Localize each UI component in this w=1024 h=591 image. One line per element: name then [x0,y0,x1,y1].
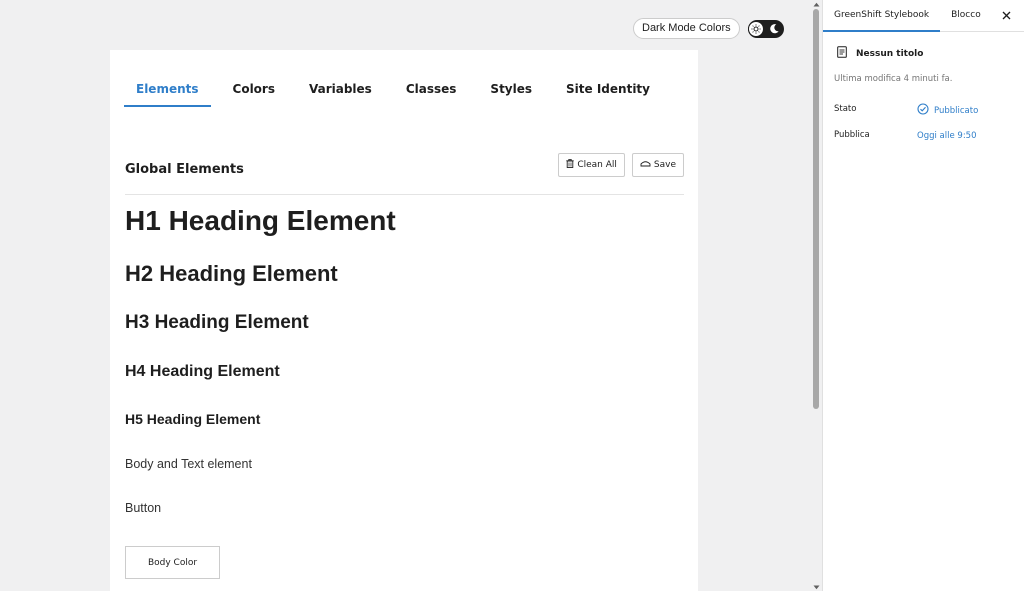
save-icon [640,160,651,171]
section-divider [125,194,684,195]
last-modified-text: Ultima modifica 4 minuti fa. [834,74,953,84]
tab-variables[interactable]: Variables [297,81,384,107]
publish-label: Pubblica [834,130,870,140]
body-text-element[interactable]: Body and Text element [125,457,252,471]
moon-icon [769,23,781,35]
tab-colors[interactable]: Colors [221,81,287,107]
tab-styles[interactable]: Styles [478,81,544,107]
h5-heading-element[interactable]: H5 Heading Element [125,411,260,427]
tab-blocco[interactable]: Blocco [940,0,992,32]
save-button[interactable]: Save [631,153,684,177]
theme-controls: Dark Mode Colors [633,18,784,39]
clean-all-button[interactable]: Clean All [558,153,625,177]
document-title: Nessun titolo [856,49,924,59]
publish-date-button[interactable]: Oggi alle 9:50 [917,131,977,141]
status-value: Pubblicato [934,105,979,116]
status-label: Stato [834,104,857,114]
h4-heading-element[interactable]: H4 Heading Element [125,363,280,381]
check-circle-icon [917,103,929,118]
scrollbar-thumb[interactable] [813,9,819,409]
clean-all-label: Clean All [577,160,617,170]
document-summary: Nessun titolo [837,45,923,63]
save-label: Save [653,160,676,170]
tab-classes[interactable]: Classes [394,81,469,107]
close-icon[interactable] [1000,9,1012,21]
document-icon [837,45,847,63]
scroll-up-arrow-icon[interactable] [812,0,820,8]
dark-mode-colors-button[interactable]: Dark Mode Colors [633,18,740,39]
tab-greenshift-stylebook[interactable]: GreenShift Stylebook [823,0,941,32]
tab-elements[interactable]: Elements [124,81,211,107]
status-value-button[interactable]: Pubblicato [917,103,978,118]
sun-icon [747,20,764,37]
stylebook-tabs: Elements Colors Variables Classes Styles… [124,81,672,107]
theme-toggle[interactable] [747,19,784,38]
sidebar-tabs: GreenShift Stylebook Blocco [823,0,1024,32]
body-color-button[interactable]: Body Color [125,546,220,579]
h3-heading-element[interactable]: H3 Heading Element [125,312,309,334]
scroll-down-arrow-icon[interactable] [812,583,820,591]
trash-icon [566,159,575,171]
h2-heading-element[interactable]: H2 Heading Element [125,261,338,287]
section-actions: Clean All Save [558,153,684,177]
section-title: Global Elements [125,162,244,177]
h1-heading-element[interactable]: H1 Heading Element [125,205,396,237]
stylebook-panel: Elements Colors Variables Classes Styles… [110,50,698,591]
canvas-scrollbar[interactable] [810,0,822,591]
button-element-label[interactable]: Button [125,501,161,515]
tab-site-identity[interactable]: Site Identity [554,81,662,107]
editor-canvas: Dark Mode Colors Elements Colors Variabl… [0,0,810,591]
settings-sidebar: GreenShift Stylebook Blocco Nessun titol… [822,0,1024,591]
